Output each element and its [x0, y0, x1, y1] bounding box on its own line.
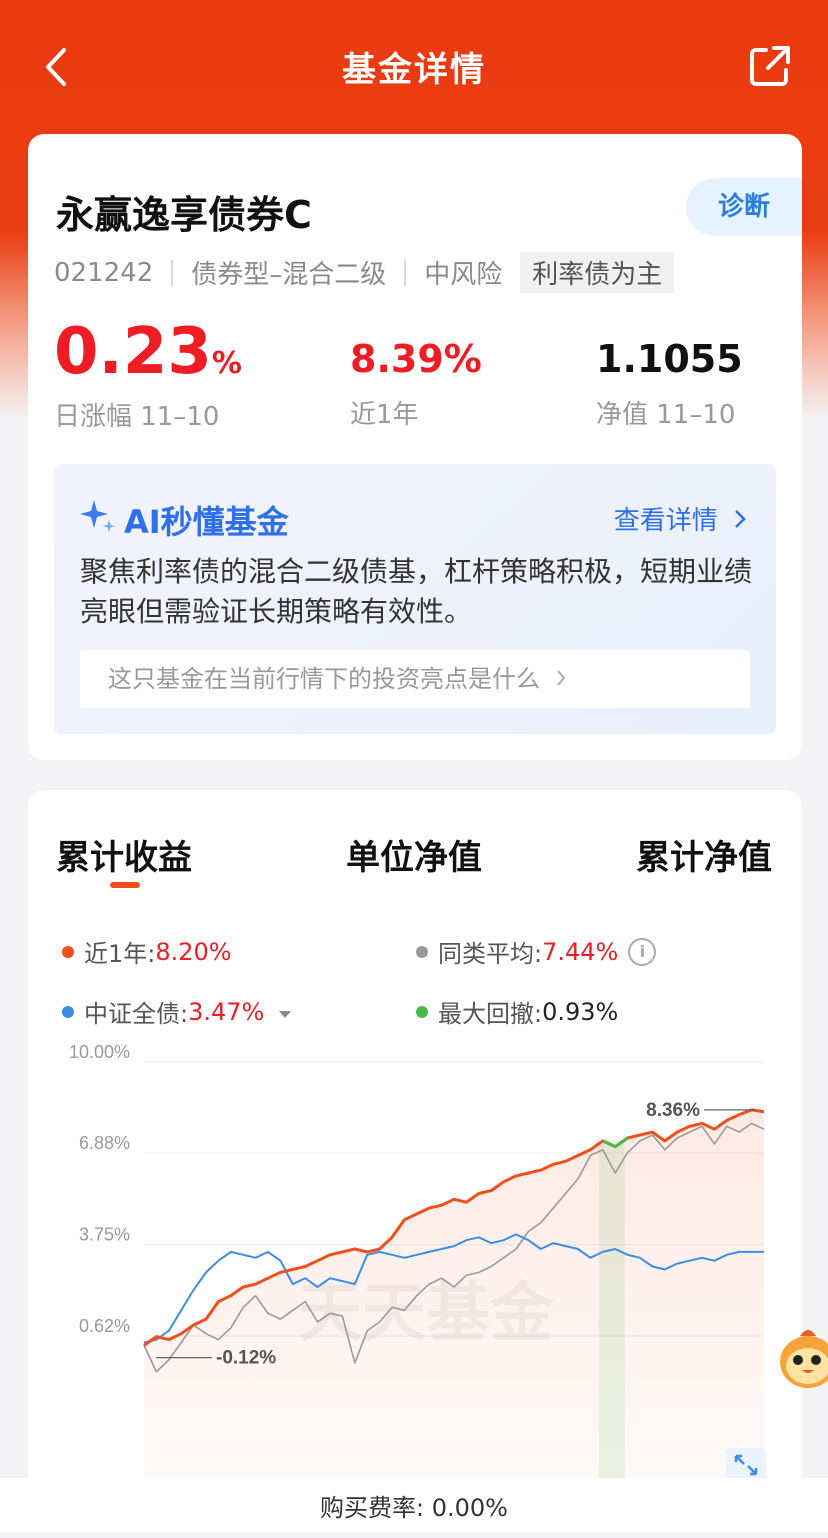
fund-area: [144, 1109, 764, 1520]
tab-cumulative-return[interactable]: 累计收益: [56, 830, 192, 879]
ai-detail-link[interactable]: 查看详情: [614, 500, 746, 537]
fund-type: 债券型–混合二级: [191, 260, 387, 290]
ai-summary: 聚焦利率债的混合二级债基，杠杆策略积极，短期业绩亮眼但需验证长期策略有效性。: [80, 555, 753, 628]
nav-label: 净值 11–10: [596, 400, 736, 430]
ai-insight-panel: AI秒懂基金 查看详情 聚焦利率债的混合二级债基，杠杆策略积极，短期业绩亮眼但需…: [54, 464, 776, 734]
drawdown-band: [598, 1140, 625, 1520]
legend-peer-value: 7.44%: [542, 937, 619, 966]
daily-change-label: 日涨幅 11–10: [54, 402, 220, 432]
mascot-icon[interactable]: [778, 1316, 828, 1396]
top-bar: 基金详情: [0, 0, 828, 136]
chevron-right-icon: [556, 665, 566, 693]
tab-indicator: [110, 882, 140, 888]
min-annotation: -0.12%: [216, 1348, 276, 1369]
tab-unit-nav[interactable]: 单位净值: [346, 830, 482, 879]
fund-summary-card: 永赢逸享债券C 诊断 021242 债券型–混合二级 中风险 利率债为主 0.2…: [28, 134, 802, 760]
y-tick-label: 0.62%: [79, 1316, 130, 1336]
diagnose-button[interactable]: 诊断: [686, 178, 802, 236]
fund-tag[interactable]: 利率债为主: [520, 252, 675, 293]
legend-peer: 同类平均: 7.44% i: [416, 934, 657, 969]
fund-meta: 021242 债券型–混合二级 中风险 利率债为主: [54, 252, 675, 293]
legend-drawdown: 最大回撤: 0.93%: [416, 994, 618, 1029]
legend-peer-label: 同类平均:: [438, 940, 543, 968]
fund-name: 永赢逸享债券C: [56, 193, 312, 237]
y-tick-label: 6.88%: [79, 1133, 130, 1153]
legend-index-value: 3.47%: [188, 997, 265, 1026]
fund-risk: 中风险: [424, 260, 503, 290]
purchase-fee: 购买费率: 0.00%: [320, 1494, 508, 1522]
return-chart[interactable]: 10.00%6.88%3.75%0.62%天天基金8.36%-0.12%: [28, 1040, 802, 1532]
legend-index[interactable]: 中证全债: 3.47%: [62, 994, 292, 1029]
nav-value: 1.1055: [596, 337, 743, 381]
y-tick-label: 10.00%: [69, 1042, 130, 1062]
year-return-stat: 8.39% 近1年: [350, 320, 482, 431]
daily-change-value: 0.23: [54, 315, 212, 389]
legend-fund-label: 近1年:: [84, 940, 156, 968]
legend-dot: [416, 1005, 428, 1018]
ai-title-text: AI秒懂基金: [124, 503, 289, 541]
info-icon[interactable]: i: [628, 937, 657, 966]
ai-question-text: 这只基金在当前行情下的投资亮点是什么: [108, 665, 540, 693]
legend-index-label: 中证全债:: [84, 1000, 189, 1028]
legend-fund-value: 8.20%: [155, 937, 232, 966]
y-tick-label: 3.75%: [79, 1225, 130, 1245]
fund-code: 021242: [54, 257, 154, 288]
page-title: 基金详情: [342, 50, 486, 90]
performance-card: 累计收益 单位净值 累计净值 近1年: 8.20% 同类平均: 7.44% i …: [28, 790, 802, 1532]
legend-fund: 近1年: 8.20%: [62, 934, 232, 969]
caret-down-icon[interactable]: [278, 998, 292, 1026]
divider: [171, 259, 174, 286]
chevron-right-icon: [734, 506, 746, 536]
ai-title: AI秒懂基金: [78, 496, 289, 544]
ai-detail-label: 查看详情: [613, 506, 718, 536]
year-return-label: 近1年: [350, 400, 419, 430]
year-return-value: 8.39%: [350, 337, 482, 381]
daily-change-stat: 0.23% 日涨幅 11–10: [54, 320, 242, 433]
legend-drawdown-label: 最大回撤:: [438, 1000, 543, 1028]
legend-drawdown-value: 0.93%: [542, 997, 619, 1026]
ai-question-prompt[interactable]: 这只基金在当前行情下的投资亮点是什么: [80, 650, 750, 708]
expand-chart-icon[interactable]: [726, 1448, 766, 1482]
daily-change-unit: %: [211, 346, 242, 381]
legend-dot: [62, 1005, 74, 1018]
nav-stat: 1.1055 净值 11–10: [596, 320, 743, 431]
max-annotation: 8.36%: [646, 1100, 700, 1121]
divider: [404, 259, 407, 286]
legend-dot: [416, 945, 428, 958]
sparkle-icon: [78, 496, 118, 544]
legend-dot: [62, 945, 74, 958]
fee-bar: 购买费率: 0.00%: [0, 1478, 828, 1532]
tab-accumulated-nav[interactable]: 累计净值: [636, 830, 772, 879]
share-icon[interactable]: [748, 44, 792, 88]
